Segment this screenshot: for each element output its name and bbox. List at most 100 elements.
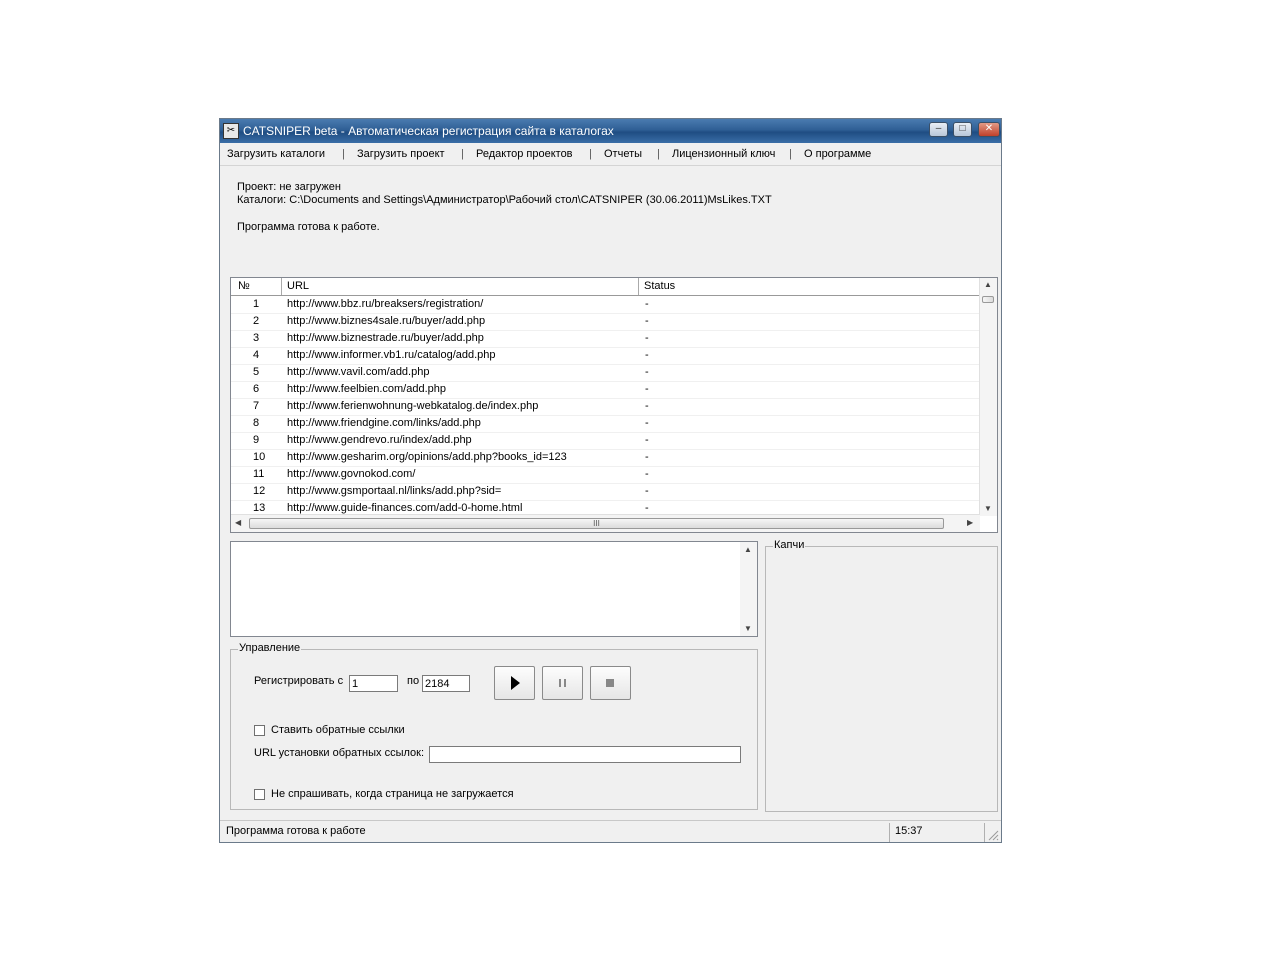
table-row[interactable]: 4 http://www.informer.vb1.ru/catalog/add.…: [231, 347, 980, 365]
row-status: -: [645, 332, 649, 344]
table-row[interactable]: 8 http://www.friendgine.com/links/add.php…: [231, 415, 980, 433]
maximize-button[interactable]: □: [953, 122, 972, 137]
row-url: http://www.gsmportaal.nl/links/add.php?s…: [287, 485, 502, 497]
horizontal-scrollbar[interactable]: ◀ III ▶: [231, 514, 980, 532]
menu-reports[interactable]: Отчеты: [604, 148, 642, 160]
horizontal-scroll-thumb[interactable]: III: [249, 518, 944, 529]
menu-separator: |: [589, 148, 592, 160]
pause-button[interactable]: [542, 666, 583, 700]
backlinks-checkbox[interactable]: [254, 725, 265, 736]
no-ask-checkbox[interactable]: [254, 789, 265, 800]
scroll-down-icon[interactable]: ▼: [984, 504, 992, 513]
row-number: 7: [253, 400, 260, 412]
register-from-label: Регистрировать с: [254, 675, 344, 687]
row-url: http://www.friendgine.com/links/add.php: [287, 417, 481, 429]
table-row[interactable]: 7 http://www.ferienwohnung-webkatalog.de/…: [231, 398, 980, 416]
row-status: -: [645, 400, 649, 412]
row-number: 12: [253, 485, 266, 497]
status-divider: [984, 823, 985, 842]
row-status: -: [645, 502, 649, 514]
row-url: http://www.gendrevo.ru/index/add.php: [287, 434, 472, 446]
row-number: 1: [253, 298, 260, 310]
register-to-input[interactable]: [422, 675, 470, 692]
vertical-scroll-thumb[interactable]: [982, 296, 994, 303]
stop-button[interactable]: [590, 666, 631, 700]
row-url: http://www.govnokod.com/: [287, 468, 416, 480]
scroll-right-icon[interactable]: ▶: [967, 518, 973, 527]
start-button[interactable]: [494, 666, 535, 700]
row-number: 8: [253, 417, 260, 429]
row-status: -: [645, 315, 649, 327]
status-divider: [889, 823, 890, 842]
column-header-number[interactable]: №: [238, 280, 250, 292]
row-url: http://www.biznes4sale.ru/buyer/add.php: [287, 315, 486, 327]
table-row[interactable]: 1 http://www.bbz.ru/breaksers/registratio…: [231, 296, 980, 314]
menu-load-project[interactable]: Загрузить проект: [357, 148, 445, 160]
scroll-up-icon[interactable]: ▲: [984, 280, 992, 289]
row-url: http://www.guide-finances.com/add-0-home…: [287, 502, 523, 514]
column-header-url[interactable]: URL: [287, 280, 309, 292]
status-text: Программа готова к работе: [226, 825, 366, 837]
pause-icon: [559, 679, 566, 687]
row-number: 9: [253, 434, 260, 446]
minimize-icon: –: [935, 123, 942, 134]
row-status: -: [645, 366, 649, 378]
log-textarea[interactable]: ▲ ▼: [230, 541, 758, 637]
title-bar[interactable]: ✂ CATSNIPER beta - Автоматическая регист…: [220, 119, 1001, 143]
no-ask-label: Не спрашивать, когда страница не загружа…: [271, 788, 514, 800]
backlinks-url-input[interactable]: [429, 746, 741, 763]
row-number: 3: [253, 332, 260, 344]
row-status: -: [645, 485, 649, 497]
row-status: -: [645, 349, 649, 361]
scroll-up-icon[interactable]: ▲: [744, 545, 752, 554]
stop-icon: [606, 679, 614, 687]
register-to-label: по: [407, 675, 420, 687]
row-url: http://www.ferienwohnung-webkatalog.de/i…: [287, 400, 539, 412]
app-icon[interactable]: ✂: [223, 123, 239, 139]
table-row[interactable]: 9 http://www.gendrevo.ru/index/add.php -: [231, 432, 980, 450]
column-divider[interactable]: [281, 278, 282, 295]
control-group-title: Управление: [238, 642, 302, 654]
row-number: 4: [253, 349, 260, 361]
menu-separator: |: [657, 148, 660, 160]
row-url: http://www.gesharim.org/opinions/add.php…: [287, 451, 567, 463]
resize-grip-icon[interactable]: [987, 829, 999, 841]
menu-load-catalogs[interactable]: Загрузить каталоги: [227, 148, 325, 160]
menu-separator: |: [461, 148, 464, 160]
status-bar: Программа готова к работе 15:37: [220, 820, 1001, 843]
table-row[interactable]: 5 http://www.vavil.com/add.php -: [231, 364, 980, 382]
row-url: http://www.informer.vb1.ru/catalog/add.p…: [287, 349, 496, 361]
table-row[interactable]: 2 http://www.biznes4sale.ru/buyer/add.php…: [231, 313, 980, 331]
table-row[interactable]: 11 http://www.govnokod.com/ -: [231, 466, 980, 484]
table-row[interactable]: 3 http://www.biznestrade.ru/buyer/add.php…: [231, 330, 980, 348]
column-header-status[interactable]: Status: [644, 280, 675, 292]
row-url: http://www.biznestrade.ru/buyer/add.php: [287, 332, 484, 344]
project-info: Проект: не загружен: [237, 181, 341, 193]
register-from-input[interactable]: [349, 675, 398, 692]
column-divider[interactable]: [638, 278, 639, 295]
menu-license-key[interactable]: Лицензионный ключ: [672, 148, 775, 160]
play-icon: [511, 676, 520, 690]
status-time: 15:37: [895, 825, 923, 837]
main-window: ✂ CATSNIPER beta - Автоматическая регист…: [219, 118, 1002, 843]
row-number: 5: [253, 366, 260, 378]
menu-about[interactable]: О программе: [804, 148, 871, 160]
log-scrollbar[interactable]: ▲ ▼: [740, 542, 757, 636]
table-row[interactable]: 12 http://www.gsmportaal.nl/links/add.php…: [231, 483, 980, 501]
table-row[interactable]: 6 http://www.feelbien.com/add.php -: [231, 381, 980, 399]
backlinks-url-label: URL установки обратных ссылок:: [254, 747, 425, 759]
row-status: -: [645, 434, 649, 446]
close-button[interactable]: ✕: [978, 122, 1000, 137]
menu-separator: |: [342, 148, 345, 160]
table-row[interactable]: 10 http://www.gesharim.org/opinions/add.p…: [231, 449, 980, 467]
scroll-down-icon[interactable]: ▼: [744, 624, 752, 633]
table-header: № URL Status: [231, 278, 980, 296]
scroll-left-icon[interactable]: ◀: [235, 518, 241, 527]
row-number: 11: [253, 468, 265, 480]
vertical-scrollbar[interactable]: ▲ ▼: [979, 278, 997, 516]
row-status: -: [645, 298, 649, 310]
menu-project-editor[interactable]: Редактор проектов: [476, 148, 573, 160]
menu-bar: Загрузить каталоги | Загрузить проект | …: [220, 143, 1001, 166]
catalog-table[interactable]: № URL Status 1 http://www.bbz.ru/breakser…: [230, 277, 998, 533]
minimize-button[interactable]: –: [929, 122, 948, 137]
